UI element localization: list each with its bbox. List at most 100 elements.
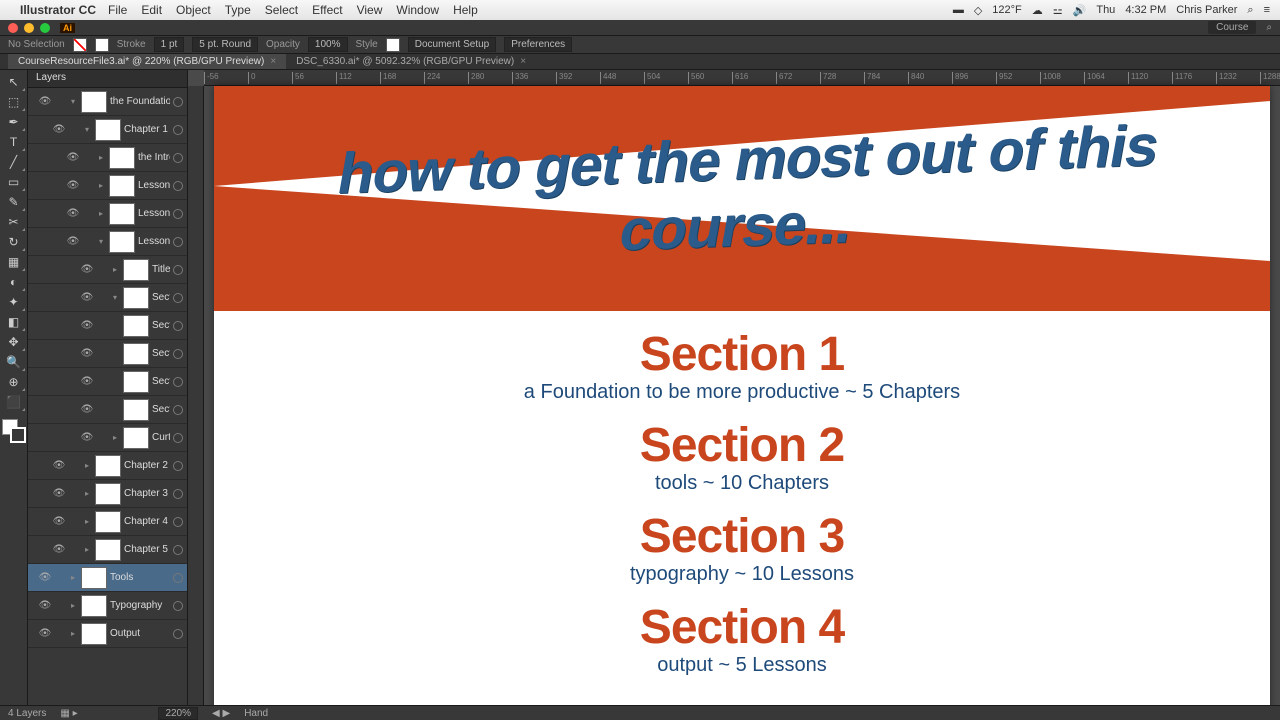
layer-row[interactable]: 👁 Section 3	[28, 368, 187, 396]
layer-name[interactable]: Lesson 2	[138, 180, 170, 191]
layers-panel-tab[interactable]: Layers	[28, 70, 187, 88]
layer-row[interactable]: 👁 ▾ the Foundation	[28, 88, 187, 116]
menu-view[interactable]: View	[357, 3, 383, 17]
spotlight-icon[interactable]: ⌕	[1247, 4, 1253, 17]
stroke-weight-field[interactable]: 1 pt	[154, 37, 185, 52]
visibility-icon[interactable]: 👁	[80, 376, 94, 387]
document-setup-button[interactable]: Document Setup	[408, 37, 497, 52]
target-icon[interactable]	[173, 489, 183, 499]
notification-icon[interactable]: ≡	[1264, 4, 1270, 16]
visibility-icon[interactable]: 👁	[38, 96, 52, 107]
tool-13[interactable]: ✥	[2, 332, 26, 352]
window-controls[interactable]	[8, 23, 50, 33]
tool-9[interactable]: ▦	[2, 252, 26, 272]
target-icon[interactable]	[173, 237, 183, 247]
layer-row[interactable]: 👁▸Lesson 3	[28, 200, 187, 228]
artboard-nav[interactable]: ◀ ▶	[212, 708, 230, 719]
layer-thumbnail[interactable]	[123, 343, 149, 365]
layer-thumbnail[interactable]	[123, 371, 149, 393]
layer-row[interactable]: 👁▸Curtain	[28, 424, 187, 452]
layer-name[interactable]: Curtain	[152, 432, 170, 443]
disclosure-icon[interactable]: ▸	[68, 601, 78, 610]
brush-field[interactable]: 5 pt. Round	[192, 37, 258, 52]
tool-7[interactable]: ✂	[2, 212, 26, 232]
visibility-icon[interactable]: 👁	[52, 488, 66, 499]
layer-row[interactable]: 👁Section 1	[28, 312, 187, 340]
menu-file[interactable]: File	[108, 3, 127, 17]
zoom-field[interactable]: 220%	[158, 707, 198, 720]
layer-name[interactable]: Title	[152, 264, 170, 275]
search-icon[interactable]: ⌕	[1266, 22, 1272, 33]
layer-thumbnail[interactable]	[95, 119, 121, 141]
menu-select[interactable]: Select	[265, 3, 298, 17]
visibility-icon[interactable]: 👁	[66, 180, 80, 191]
layer-name[interactable]: Section 1	[152, 320, 170, 331]
disclosure-icon[interactable]: ▸	[82, 545, 92, 554]
maximize-window-icon[interactable]	[40, 23, 50, 33]
layer-name[interactable]: Section 3	[152, 376, 170, 387]
minimize-window-icon[interactable]	[24, 23, 34, 33]
layer-row[interactable]: 👁▾Chapter 1	[28, 116, 187, 144]
target-icon[interactable]	[173, 181, 183, 191]
target-icon[interactable]	[173, 405, 183, 415]
disclosure-icon[interactable]: ▸	[96, 153, 106, 162]
layer-row[interactable]: 👁▸Tools	[28, 564, 187, 592]
close-window-icon[interactable]	[8, 23, 18, 33]
layer-name[interactable]: Tools	[110, 572, 170, 583]
menu-edit[interactable]: Edit	[141, 3, 162, 17]
tool-12[interactable]: ◧	[2, 312, 26, 332]
layers-tree[interactable]: 👁▾the Foundation👁▾Chapter 1👁▸the Intro👁▸…	[28, 88, 187, 705]
layer-name[interactable]: Section 2	[152, 348, 170, 359]
layer-thumbnail[interactable]	[123, 287, 149, 309]
layer-thumbnail[interactable]	[81, 595, 107, 617]
visibility-icon[interactable]: 👁	[80, 292, 94, 303]
layer-row[interactable]: 👁▾Sections	[28, 284, 187, 312]
target-icon[interactable]	[173, 349, 183, 359]
layer-thumbnail[interactable]	[95, 511, 121, 533]
target-icon[interactable]	[173, 601, 183, 611]
target-icon[interactable]	[173, 517, 183, 527]
layer-row[interactable]: 👁▾Lesson 4	[28, 228, 187, 256]
visibility-icon[interactable]: 👁	[38, 628, 52, 639]
menubar-volume-icon[interactable]: 🔊	[1073, 4, 1087, 17]
close-tab-icon[interactable]: ×	[270, 56, 276, 67]
visibility-icon[interactable]: 👁	[38, 572, 52, 583]
tool-2[interactable]: ✒	[2, 112, 26, 132]
tool-3[interactable]: T	[2, 132, 26, 152]
menu-type[interactable]: Type	[225, 3, 251, 17]
visibility-icon[interactable]: 👁	[80, 264, 94, 275]
target-icon[interactable]	[173, 573, 183, 583]
visibility-icon[interactable]: 👁	[80, 404, 94, 415]
tool-10[interactable]: ◐	[2, 272, 26, 292]
disclosure-icon[interactable]: ▸	[96, 209, 106, 218]
menubar-flag-icon[interactable]: ▬	[953, 4, 964, 16]
layer-thumbnail[interactable]	[95, 539, 121, 561]
menubar-user[interactable]: Chris Parker	[1176, 4, 1237, 16]
menu-effect[interactable]: Effect	[312, 3, 342, 17]
target-icon[interactable]	[173, 265, 183, 275]
disclosure-icon[interactable]: ▸	[110, 265, 120, 274]
tool-4[interactable]: ╱	[2, 152, 26, 172]
tool-16[interactable]: ⬛	[2, 392, 26, 412]
layer-name[interactable]: Chapter 2	[124, 460, 170, 471]
layer-thumbnail[interactable]	[81, 91, 107, 113]
visibility-icon[interactable]: 👁	[52, 124, 66, 135]
layer-name[interactable]: the Foundation	[110, 96, 170, 107]
layers-panel-menu-icon[interactable]: ▦ ▸	[60, 708, 77, 719]
app-name[interactable]: Illustrator CC	[20, 3, 96, 17]
layer-thumbnail[interactable]	[95, 455, 121, 477]
target-icon[interactable]	[173, 321, 183, 331]
visibility-icon[interactable]: 👁	[52, 516, 66, 527]
menubar-weather[interactable]: 122°F	[992, 4, 1021, 16]
layer-row[interactable]: 👁▸Chapter 4	[28, 508, 187, 536]
tool-14[interactable]: 🔍	[2, 352, 26, 372]
layer-thumbnail[interactable]	[95, 483, 121, 505]
disclosure-icon[interactable]: ▾	[96, 237, 106, 246]
menubar-wifi-icon[interactable]: ⚍	[1053, 4, 1063, 17]
disclosure-icon[interactable]: ▾	[68, 97, 78, 106]
stroke-color-icon[interactable]	[10, 427, 26, 443]
visibility-icon[interactable]: 👁	[52, 460, 66, 471]
menubar-cloud-icon[interactable]: ☁	[1032, 4, 1043, 17]
target-icon[interactable]	[173, 377, 183, 387]
target-icon[interactable]	[173, 125, 183, 135]
